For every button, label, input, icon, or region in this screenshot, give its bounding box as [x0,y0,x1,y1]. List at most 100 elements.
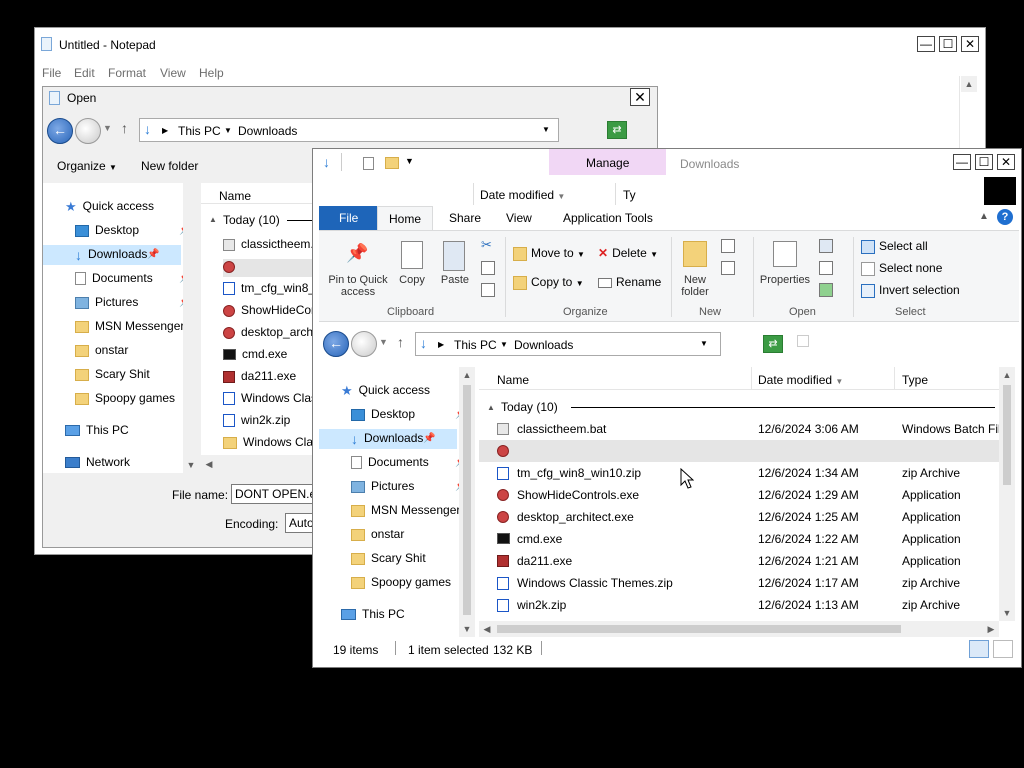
table-row[interactable]: tm_cfg_win8_win10.zip 12/6/2024 1:34 AM zi… [479,462,999,484]
file-vscrollbar[interactable]: ▲ ▼ [999,367,1015,621]
list-item[interactable]: da211.exe [223,369,296,383]
group-header[interactable]: Today (10) [223,213,280,227]
scroll-down-icon[interactable]: ▼ [459,621,475,637]
rename-button[interactable]: Rename [598,275,661,289]
copy-button[interactable]: Copy [397,274,427,286]
scroll-down-icon[interactable]: ▼ [183,457,199,473]
manage-tab[interactable]: Manage [549,149,666,175]
nav-scrollbar[interactable]: ▲ ▼ [459,367,475,637]
invert-selection-button[interactable]: Invert selection [861,283,960,298]
up-arrow-icon[interactable]: ↑ [121,120,128,136]
file-scroll-thumb[interactable] [1003,385,1011,485]
nav-item-this-pc[interactable]: This PC [65,423,129,437]
paste-shortcut-icon[interactable] [481,283,495,297]
nav-item-desktop[interactable]: Desktop📌 [351,407,467,421]
file-hscroll-thumb[interactable] [497,625,901,633]
help-icon[interactable]: ? [997,209,1013,225]
table-row[interactable]: desktop_architect.exe 12/6/2024 1:25 AM Ap… [479,506,999,528]
properties-qat-icon[interactable] [363,157,374,170]
scroll-up-icon[interactable]: ▲ [459,367,475,383]
list-item[interactable]: win2k.zip [223,413,290,428]
select-all-button[interactable]: Select all [861,239,928,254]
select-none-button[interactable]: Select none [861,261,942,276]
nav-item-downloads[interactable]: ↓ Downloads 📌 [43,245,181,265]
list-item[interactable]: ShowHideCont [223,303,321,317]
nav-item-msn-messenger[interactable]: MSN Messenger [75,319,184,333]
nav-item-spoopy-games[interactable]: Spoopy games [75,391,175,405]
column-divider[interactable] [751,367,752,389]
explorer-minimize-button[interactable]: — [953,154,971,170]
breadcrumb-this-pc[interactable]: This PC [178,124,221,138]
details-view-icon[interactable] [969,640,989,658]
breadcrumb-downloads[interactable]: Downloads [238,124,297,138]
notepad-minimize-button[interactable]: — [917,36,935,52]
nav-item-downloads[interactable]: ↓ Downloads 📌 [319,429,457,449]
list-item[interactable] [223,259,313,277]
breadcrumb-downloads[interactable]: Downloads [514,338,573,352]
open-icon[interactable] [819,239,833,253]
list-item[interactable]: tm_cfg_win8_ [223,281,315,296]
history-icon[interactable] [819,283,833,297]
refresh-icon[interactable]: ⇄ [763,335,783,353]
address-bar[interactable]: ↓ ▶ This PC ▼ Downloads ▼ [139,118,559,142]
paste-button[interactable]: Paste [437,274,473,286]
list-item[interactable]: Windows Clas [223,391,317,406]
organize-button[interactable]: Organize ▼ [57,159,117,173]
table-row[interactable]: Windows Classic Themes.zip 12/6/2024 1:17… [479,572,999,594]
new-folder-ribbon-button[interactable]: New folder [673,274,717,298]
move-to-button[interactable]: Move to ▼ [513,246,585,261]
nav-item-spoopy-games[interactable]: Spoopy games [351,575,451,589]
column-header-date[interactable]: Date modified ▼ [758,373,843,387]
list-item[interactable]: cmd.exe [223,347,287,361]
menu-format[interactable]: Format [108,66,146,80]
edit-icon[interactable] [819,261,833,275]
scroll-up-icon[interactable]: ▲ [961,76,977,92]
table-row[interactable]: ShowHideControls.exe 12/6/2024 1:29 AM App… [479,484,999,506]
notepad-maximize-button[interactable]: ☐ [939,36,957,52]
nav-item-quick-access[interactable]: ★ Quick access [65,199,154,215]
column-divider[interactable] [894,367,895,389]
column-header-name[interactable]: Name [497,373,529,387]
open-dialog-close-button[interactable]: ✕ [630,88,650,106]
explorer-close-button[interactable]: ✕ [997,154,1015,170]
nav-scrollbar[interactable]: ▼ [183,183,199,473]
nav-item-pictures[interactable]: Pictures📌 [75,295,191,309]
nav-item-documents[interactable]: Documents📌 [351,455,467,470]
scroll-down-icon[interactable]: ▼ [999,605,1015,621]
new-item-icon[interactable] [721,239,735,253]
nav-item-documents[interactable]: Documents📌 [75,271,191,286]
nav-item-onstar[interactable]: onstar [351,527,404,541]
scroll-up-icon[interactable]: ▲ [999,367,1015,383]
table-row[interactable]: win2k.zip 12/6/2024 1:13 AM zip Archive [479,594,999,616]
table-row[interactable] [479,440,999,462]
properties-button[interactable]: Properties [757,274,813,286]
column-header-name[interactable]: Name [219,189,251,203]
list-item[interactable]: Windows Clas [223,435,319,449]
column-header-type[interactable]: Type [902,373,928,387]
nav-item-desktop[interactable]: Desktop📌 [75,223,191,237]
menu-help[interactable]: Help [199,66,224,80]
up-arrow-icon[interactable]: ↑ [397,334,404,350]
cut-icon[interactable]: ✂ [481,237,492,253]
menu-edit[interactable]: Edit [74,66,95,80]
nav-scroll-thumb[interactable] [463,385,471,615]
forward-button[interactable] [75,118,101,144]
search-box[interactable] [797,335,809,347]
nav-item-onstar[interactable]: onstar [75,343,128,357]
collapse-group-icon[interactable]: ▲ [487,403,495,412]
address-bar[interactable]: ↓ ▶ This PC ▼ Downloads ▼ [415,332,721,356]
explorer-titlebar[interactable] [313,149,1021,179]
nav-item-quick-access[interactable]: ★ Quick access [341,383,430,399]
back-button[interactable]: ← [323,331,349,357]
recent-dropdown-icon[interactable]: ▼ [103,123,112,133]
explorer-maximize-button[interactable]: ☐ [975,154,993,170]
forward-button[interactable] [351,331,377,357]
notepad-close-button[interactable]: ✕ [961,36,979,52]
collapse-group-icon[interactable]: ▲ [209,215,217,224]
copy-to-button[interactable]: Copy to ▼ [513,275,584,290]
scroll-right-icon[interactable]: ▶ [983,621,999,637]
application-tools-tab[interactable]: Application Tools [563,211,653,225]
pin-quick-access-button[interactable]: Pin to Quick access [323,274,393,298]
view-tab[interactable]: View [506,211,532,225]
table-row[interactable]: da211.exe 12/6/2024 1:21 AM Application [479,550,999,572]
